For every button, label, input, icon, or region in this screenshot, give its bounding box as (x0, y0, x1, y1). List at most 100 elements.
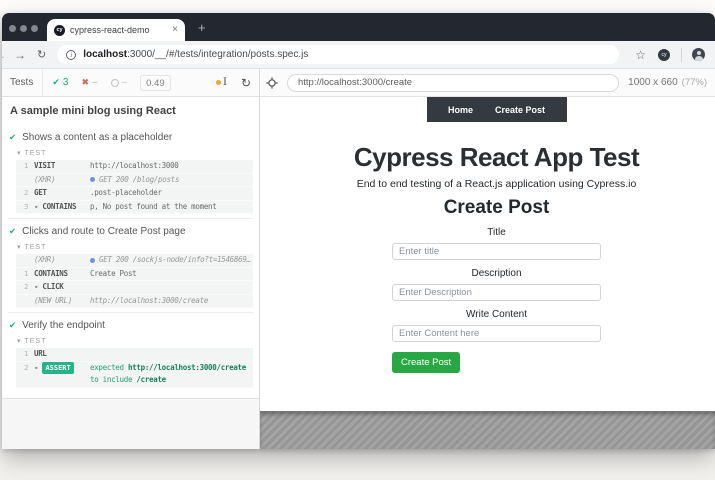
pending-circle-icon (111, 79, 119, 87)
traffic-light-dot[interactable] (9, 25, 16, 32)
title-label: Title (392, 227, 601, 238)
restart-tests-icon[interactable]: ↻ (241, 77, 251, 89)
command-name: VISIT (34, 160, 90, 173)
command-message: .post-placeholder (90, 187, 251, 200)
command-message (90, 348, 251, 361)
collapse-caret-icon: ▾ (17, 337, 21, 345)
test-title-row[interactable]: ✔Verify the endpoint (8, 319, 253, 333)
test-title: Clicks and route to Create Post page (22, 226, 185, 237)
command-row[interactable]: (NEW URL)http://localhost:3000/create (16, 295, 253, 309)
failed-count: – (92, 77, 98, 88)
command-row[interactable]: 2GET.post-placeholder (16, 187, 253, 201)
command-row[interactable]: (XHR)GET 200 /sockjs-node/info?t=1546869… (16, 254, 253, 268)
test-item: ✔Shows a content as a placeholder ▾ TEST 1V… (8, 125, 253, 214)
reporter-header: Tests ✔ 3 ✖ – – 0.49 I ↻ (2, 69, 260, 96)
tests-container: ✔Shows a content as a placeholder▾TEST1V… (8, 125, 253, 388)
command-message: http://localhost:3000/create (90, 295, 251, 308)
cypress-favicon-icon: cy (54, 25, 65, 36)
content-input[interactable] (392, 325, 601, 342)
info-icon[interactable]: i (66, 50, 76, 60)
command-message: GET 200 /blog/posts (90, 174, 251, 187)
command-row[interactable]: 3- CONTAINSp, No post found at the momen… (16, 201, 253, 215)
address-bar[interactable]: i localhost:3000/__/#/tests/integration/… (57, 45, 619, 64)
failed-stat: ✖ – (81, 77, 97, 88)
section-label: TEST (25, 338, 47, 345)
app-navbar: Home Create Post (427, 97, 567, 122)
command-rows: (XHR)GET 200 /sockjs-node/info?t=1546869… (16, 254, 253, 308)
aut-iframe: Home Create Post Cypress React App Test … (260, 97, 715, 411)
pending-stat: – (111, 77, 128, 88)
test-title: Verify the endpoint (22, 320, 105, 331)
test-title-row[interactable]: ✔Shows a content as a placeholder (8, 131, 253, 145)
runner-toolbar: Tests ✔ 3 ✖ – – 0.49 I ↻ (2, 69, 715, 97)
command-message: p, No post found at the moment (90, 201, 251, 214)
test-title-row[interactable]: ✔Clicks and route to Create Post page (8, 225, 253, 239)
reload-icon[interactable]: ↻ (37, 49, 46, 61)
assert-expected: /create (136, 375, 166, 384)
selector-playground-icon[interactable] (266, 77, 278, 89)
collapse-caret-icon: ▾ (17, 149, 21, 157)
collapse-caret-icon: ▾ (17, 243, 21, 251)
section-label: TEST (25, 150, 47, 157)
command-row[interactable]: 2- ASSERTexpected http://localhost:3000/… (16, 362, 253, 388)
url-path: :3000/__/#/tests/integration/posts.spec.… (127, 49, 308, 60)
xhr-status-dot-icon (90, 258, 95, 263)
test-section-toggle[interactable]: ▾ TEST (17, 337, 253, 345)
command-rows: 1URL2- ASSERTexpected http://localhost:3… (16, 348, 253, 388)
bookmark-star-icon[interactable]: ☆ (635, 48, 646, 62)
browser-toolbar: ← → ↻ i localhost:3000/__/#/tests/integr… (2, 41, 715, 69)
forward-icon[interactable]: → (14, 49, 26, 61)
command-row[interactable]: 2- CLICK (16, 281, 253, 295)
browser-tab[interactable]: cy cypress-react-demo × (47, 19, 185, 41)
aut-header: http://localhost:3000/create 1000 x 660 … (260, 69, 715, 96)
toolbar-divider (681, 48, 682, 62)
nav-link-home[interactable]: Home (448, 105, 473, 115)
cypress-extension-icon[interactable]: cy (658, 49, 670, 61)
window-controls[interactable] (9, 25, 38, 32)
command-name: GET (34, 187, 90, 200)
new-tab-icon[interactable]: + (198, 21, 206, 34)
command-number: 1 (16, 268, 34, 281)
command-row[interactable]: 1URL (16, 348, 253, 362)
assert-dash: - (34, 363, 42, 372)
assert-badge: ASSERT (42, 362, 73, 375)
command-number: 1 (16, 160, 34, 173)
command-row[interactable]: 1VISIThttp://localhost:3000 (16, 160, 253, 174)
back-to-tests-link[interactable]: Tests (10, 77, 33, 88)
app-subtitle: End to end testing of a React.js applica… (278, 178, 715, 190)
aut-url[interactable]: http://localhost:3000/create (287, 74, 619, 92)
overscroll-area (260, 411, 715, 449)
back-icon[interactable]: ← (2, 49, 6, 61)
traffic-light-dot[interactable] (31, 25, 38, 32)
create-post-button[interactable]: Create Post (392, 352, 460, 373)
viewport-size[interactable]: 1000 x 660 (628, 77, 678, 88)
pending-count: – (122, 77, 128, 88)
viewport-scale: (77%) (682, 77, 707, 88)
form-heading: Create Post (392, 197, 601, 219)
description-input[interactable] (392, 284, 601, 301)
header-divider (42, 69, 43, 96)
command-number (16, 174, 34, 187)
test-section-toggle[interactable]: ▾ TEST (17, 149, 253, 157)
test-section-toggle[interactable]: ▾TEST (17, 243, 253, 251)
profile-avatar-icon[interactable] (692, 48, 705, 61)
orange-dot-icon (216, 80, 221, 85)
title-input[interactable] (392, 243, 601, 260)
url-host: localhost (83, 49, 127, 60)
suite-title[interactable]: A sample mini blog using React (8, 103, 253, 121)
command-name: - CONTAINS (34, 201, 90, 214)
text-cursor-indicator[interactable]: I (216, 77, 227, 88)
traffic-light-dot[interactable] (20, 25, 27, 32)
nav-link-create-post[interactable]: Create Post (495, 105, 545, 115)
command-row[interactable]: 1CONTAINSCreate Post (16, 268, 253, 282)
command-name: - ASSERT (34, 362, 90, 387)
command-name: URL (34, 348, 90, 361)
command-message (90, 281, 251, 294)
command-row[interactable]: (XHR)GET 200 /blog/posts (16, 174, 253, 188)
runner-content: A sample mini blog using React ✔Shows a … (2, 97, 715, 449)
command-number: 1 (16, 348, 34, 361)
duration-badge: 0.49 (140, 75, 171, 91)
browser-window: cy cypress-react-demo × + ← → ↻ i localh… (2, 13, 715, 449)
close-tab-icon[interactable]: × (172, 25, 178, 35)
command-number: 3 (16, 201, 34, 214)
